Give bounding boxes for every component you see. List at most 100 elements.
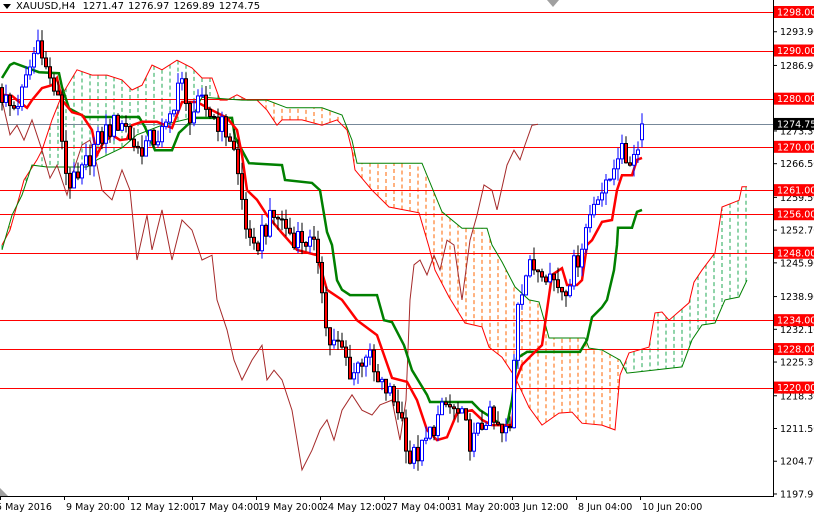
bear-candle [40,40,44,59]
bull-candle [548,273,552,283]
bull-candle [528,259,532,277]
bull-candle [260,224,264,252]
bear-candle [328,327,332,346]
bear-candle [480,422,484,430]
time-tick-label: 31 May 20:00 [450,502,515,513]
bull-candle [4,94,8,103]
current-price-label: 1274.75 [777,119,814,130]
chart-shift-marker-icon[interactable] [547,0,559,7]
bull-candle [104,124,108,144]
price-tick-label: 1238.90 [780,292,814,303]
bear-candle [212,115,216,118]
bear-candle [216,116,220,132]
bear-candle [56,90,60,96]
bear-candle [544,276,548,283]
bear-candle [152,129,156,146]
bear-candle [140,147,144,157]
time-tick-label: 10 Jun 20:00 [642,502,702,513]
price-tick-label: 1266.50 [780,159,814,170]
bull-candle [504,425,508,434]
time-tick-label: 12 May 12:00 [130,502,195,513]
bear-candle [536,269,540,273]
bear-candle [336,339,340,342]
bull-candle [588,214,592,229]
price-chart[interactable]: 1293.901286.901273.301266.501259.501252.… [0,0,814,514]
bull-candle [28,66,32,76]
time-axis: 5 May 2016 9 May 20:00 12 May 12:0017 May … [0,496,702,513]
bear-candle [560,286,564,293]
bull-candle [424,437,428,441]
bull-candle [160,126,164,143]
bull-candle [380,378,384,383]
bear-candle [136,145,140,149]
bear-candle [576,255,580,268]
price-tick-label: 1225.30 [780,358,814,369]
bull-candle [568,285,572,297]
bear-candle [8,94,12,107]
bull-candle [428,426,432,439]
price-tick-label: 1204.70 [780,457,814,468]
bear-candle [496,421,500,425]
bear-candle [624,143,628,164]
bear-candle [340,340,344,348]
bear-candle [444,401,448,406]
bear-candle [12,105,16,109]
bear-candle [468,419,472,452]
bear-candle [88,155,92,167]
bull-candle [412,446,416,464]
bull-candle [120,123,124,131]
time-tick-label: 8 Jun 04:00 [578,502,632,513]
bear-candle [464,408,468,421]
bear-candle [404,417,408,452]
bull-candle [616,158,620,170]
bear-candle [124,123,128,127]
bull-candle [176,82,180,111]
bull-candle [220,116,224,132]
bear-candle [208,108,212,117]
bear-candle [284,218,288,229]
bear-candle [100,131,104,144]
bear-candle [248,228,252,238]
bull-candle [200,94,204,97]
bull-candle [516,303,520,361]
bear-candle [272,209,276,218]
price-tick-label: 1245.90 [780,258,814,269]
level-label: 1220.00 [777,383,814,394]
bull-candle [72,171,76,189]
bear-candle [132,138,136,147]
bear-candle [204,94,208,110]
bear-candle [500,423,504,434]
bear-candle [224,116,228,138]
bear-candle [48,66,52,79]
bull-candle [640,123,644,141]
bull-candle [92,143,96,167]
bear-candle [540,271,544,278]
bear-candle [400,412,404,419]
bull-candle [612,168,616,180]
bull-candle [84,155,88,166]
bull-candle [296,231,300,249]
bull-candle [420,439,424,462]
bear-candle [432,426,436,437]
bear-candle [184,78,188,105]
time-tick-label: 24 May 12:00 [322,502,387,513]
time-tick-label: 17 May 04:00 [194,502,259,513]
bull-candle [592,203,596,216]
bear-candle [300,231,304,243]
bull-candle [520,294,524,305]
bear-candle [324,292,328,329]
bull-candle [584,227,588,250]
bull-candle [16,105,20,109]
bull-candle [192,111,196,124]
time-tick-label: 19 May 20:00 [258,502,323,513]
bear-candle [556,279,560,288]
bull-candle [476,422,480,434]
bear-candle [44,57,48,68]
bull-candle [20,86,24,107]
bull-candle [604,179,608,194]
price-tick-label: 1286.90 [780,61,814,72]
bear-candle [508,425,512,429]
level-label: 1234.00 [777,316,814,327]
bull-candle [472,432,476,452]
bear-candle [240,173,244,200]
